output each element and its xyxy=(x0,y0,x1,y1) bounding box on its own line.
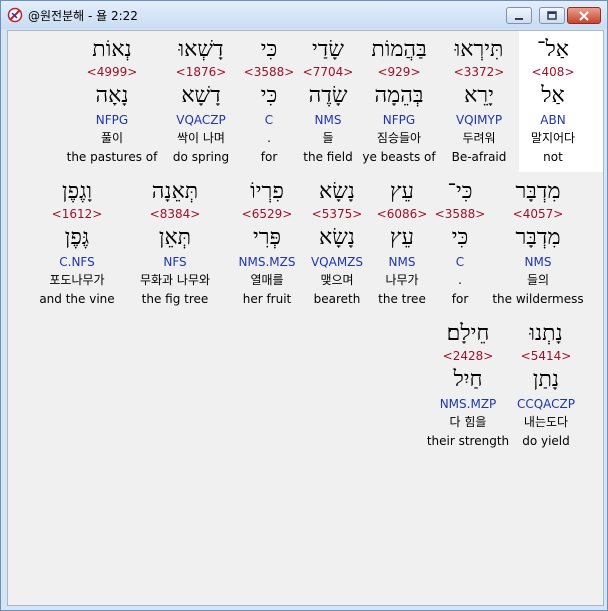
app-window: @원전분해 - 욜 2:22 אַל־ <408> אַל ABN 말지어다 n… xyxy=(0,0,608,611)
english-gloss: and the vine xyxy=(39,292,115,306)
interlinear-view: אַל־ <408> אַל ABN 말지어다 not תִּירְאוּ <3… xyxy=(7,30,604,606)
lemma: גֶּפֶן xyxy=(64,225,90,250)
hebrew-word: וָגֶפֶן xyxy=(61,179,93,204)
app-icon xyxy=(7,7,23,23)
maximize-icon xyxy=(547,10,557,20)
strong-number: <8384> xyxy=(149,207,201,221)
strong-number: <1612> xyxy=(51,207,103,221)
strong-number: <4999> xyxy=(86,65,138,79)
morphology-code: C.NFS xyxy=(59,255,95,269)
minimize-icon xyxy=(515,17,523,20)
lemma: תְּאֵן xyxy=(158,225,192,250)
korean-gloss: 다 힘을 xyxy=(449,415,487,429)
hebrew-word: נְאוֹת xyxy=(92,37,132,62)
window-title: @원전분해 - 욜 2:22 xyxy=(28,9,138,23)
close-icon xyxy=(579,10,589,21)
english-gloss: the fig tree xyxy=(141,292,209,306)
korean-gloss: 포도나무가 xyxy=(49,273,105,287)
lemma: נָאָה xyxy=(95,83,129,108)
morphology-code: NMS.MZP xyxy=(439,397,497,411)
close-button[interactable] xyxy=(567,7,601,24)
morphology-code: NFPG xyxy=(95,113,129,127)
korean-gloss: 무화과 나무와 xyxy=(139,273,211,287)
morphology-code: NFS xyxy=(163,255,187,269)
maximize-button[interactable] xyxy=(539,7,565,24)
korean-gloss: 풀이 xyxy=(100,131,124,145)
hebrew-word: תְּאֵנָה xyxy=(151,179,199,204)
hebrew-word: חֵילָם׃ xyxy=(446,321,490,346)
minimize-button[interactable] xyxy=(506,7,532,24)
english-gloss: their strength xyxy=(426,434,510,448)
strong-number: <2428> xyxy=(442,349,494,363)
lemma: חַיִל xyxy=(453,367,483,392)
english-gloss: the pastures of xyxy=(66,150,158,164)
title-bar[interactable]: @원전분해 - 욜 2:22 xyxy=(1,1,607,29)
